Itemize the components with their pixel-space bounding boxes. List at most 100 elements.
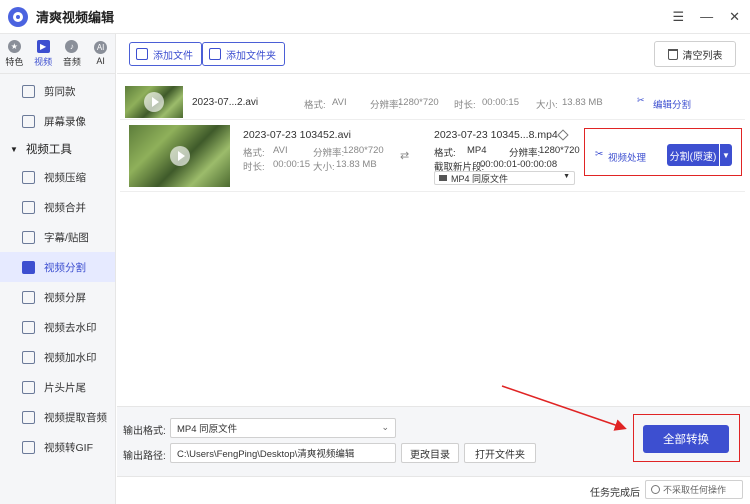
chevron-down-icon: ▼ xyxy=(563,173,570,180)
tab-ai[interactable]: AI AI xyxy=(86,34,115,73)
file-row[interactable]: 2023-07...2.avi 格式: AVI 分辨率: 1280*720 时长… xyxy=(120,84,745,120)
format-value: AVI xyxy=(273,145,288,156)
edit-split-link[interactable]: 编辑分割 xyxy=(653,97,691,111)
tab-label: 视频 xyxy=(34,56,53,67)
split-button[interactable]: 分割(原速) xyxy=(667,144,719,166)
menu-icon[interactable]: ☰ xyxy=(672,10,684,24)
subtitle-icon xyxy=(22,230,35,244)
app-logo-icon xyxy=(8,6,28,27)
split-icon xyxy=(22,260,35,274)
add-file-label: 添加文件 xyxy=(153,50,193,62)
tab-audio[interactable]: ♪ 音频 xyxy=(58,34,87,73)
output-format-value: MP4 同原文件 xyxy=(177,424,238,435)
convert-all-button[interactable]: 全部转换 xyxy=(643,425,729,453)
sidebar-item-add-watermark[interactable]: 视频加水印 xyxy=(0,342,115,372)
resolution-label: 分辨率: xyxy=(370,100,402,111)
tab-label: 音频 xyxy=(62,56,81,67)
output-format-select[interactable]: MP4 同原文件 ▼ xyxy=(434,171,575,185)
output-path-value: C:\Users\FengPing\Desktop\清爽视频编辑 xyxy=(177,449,355,460)
scissors-icon[interactable]: ✂ xyxy=(595,149,603,160)
caret-down-icon: ▼ xyxy=(10,144,18,154)
sidebar-item-label: 视频分割 xyxy=(44,261,86,274)
output-format-dropdown[interactable]: MP4 同原文件 ⌄ xyxy=(170,418,396,438)
sidebar-item-label: 片头片尾 xyxy=(44,381,86,394)
sidebar-item-screen-record[interactable]: 屏幕录像 xyxy=(0,106,115,136)
sidebar-item-template[interactable]: 剪同款 xyxy=(0,76,115,106)
duration-value: 00:00:15 xyxy=(273,159,310,170)
size-label: 大小: xyxy=(313,162,335,173)
extract-audio-icon xyxy=(22,410,35,424)
output-path-field[interactable]: C:\Users\FengPing\Desktop\清爽视频编辑 xyxy=(170,443,396,463)
add-folder-button[interactable]: 添加文件夹 xyxy=(202,42,285,66)
add-watermark-icon xyxy=(22,350,35,364)
sidebar-item-label: 视频压缩 xyxy=(44,171,86,184)
size-label: 大小: xyxy=(536,100,558,111)
tab-label: AI xyxy=(96,56,105,66)
sidebar: ★ 特色 ▶ 视频 ♪ 音频 AI AI 剪同款 屏幕录像 ▼ 视频工具 视频压… xyxy=(0,34,116,504)
video-process-link[interactable]: 视频处理 xyxy=(608,150,646,164)
sidebar-item-label: 视频转GIF xyxy=(44,441,93,454)
output-format-select-value: MP4 同原文件 xyxy=(451,173,509,184)
rename-pencil-icon[interactable] xyxy=(557,129,569,141)
video-camera-icon xyxy=(439,175,447,181)
play-icon[interactable] xyxy=(144,92,164,112)
template-icon xyxy=(22,84,35,98)
add-file-button[interactable]: 添加文件 xyxy=(129,42,202,66)
format-label: 格式: xyxy=(304,100,326,111)
format-value: AVI xyxy=(332,97,347,108)
file-name: 2023-07...2.avi xyxy=(192,97,259,108)
music-icon: ♪ xyxy=(65,39,79,53)
tab-video[interactable]: ▶ 视频 xyxy=(29,34,58,73)
duration-label: 时长: xyxy=(243,162,265,173)
sidebar-item-label: 视频提取音频 xyxy=(44,411,107,424)
duration-label: 时长: xyxy=(454,100,476,111)
size-value: 13.83 MB xyxy=(336,159,377,170)
split-dropdown-chevron-icon[interactable]: ▼ xyxy=(720,144,732,166)
tab-featured[interactable]: ★ 特色 xyxy=(0,34,29,73)
sidebar-item-label: 屏幕录像 xyxy=(44,115,86,128)
duration-value: 00:00:15 xyxy=(482,97,519,108)
sidebar-item-extract-audio[interactable]: 视频提取音频 xyxy=(0,402,115,432)
close-icon[interactable]: ✕ xyxy=(729,10,740,24)
minimize-icon[interactable]: — xyxy=(700,10,713,24)
edit-split-icon[interactable]: ✂ xyxy=(637,95,645,106)
sidebar-section-video-tools[interactable]: ▼ 视频工具 xyxy=(0,136,115,162)
screen-record-icon xyxy=(22,114,35,128)
video-thumbnail[interactable] xyxy=(129,125,230,187)
sidebar-item-intro-outro[interactable]: 片头片尾 xyxy=(0,372,115,402)
resolution-value: 1280*720 xyxy=(343,145,384,156)
sidebar-item-remove-watermark[interactable]: 视频去水印 xyxy=(0,312,115,342)
add-folder-label: 添加文件夹 xyxy=(226,50,276,62)
resolution-label: 分辨率: xyxy=(313,148,345,159)
after-done-label: 任务完成后 xyxy=(590,488,640,499)
sidebar-item-label: 剪同款 xyxy=(44,85,76,98)
status-bar: 任务完成后 不采取任何操作 xyxy=(117,476,750,504)
film-icon: ▶ xyxy=(36,39,50,53)
sidebar-item-label: 字幕/贴图 xyxy=(44,231,89,244)
after-done-dropdown[interactable]: 不采取任何操作 xyxy=(645,480,743,499)
splitscreen-icon xyxy=(22,290,35,304)
output-resolution-value: 1280*720 xyxy=(539,145,580,156)
sidebar-item-to-gif[interactable]: 视频转GIF xyxy=(0,432,115,462)
clear-list-label: 清空列表 xyxy=(682,50,723,62)
change-directory-button[interactable]: 更改目录 xyxy=(401,443,459,463)
remove-watermark-icon xyxy=(22,320,35,334)
sidebar-item-subtitle[interactable]: 字幕/贴图 xyxy=(0,222,115,252)
sidebar-item-split[interactable]: 视频分割 xyxy=(0,252,115,282)
compress-icon xyxy=(22,170,35,184)
video-thumbnail[interactable] xyxy=(125,86,183,118)
open-folder-button[interactable]: 打开文件夹 xyxy=(464,443,536,463)
output-resolution-label: 分辨率: xyxy=(509,148,541,159)
resolution-value: 1280*720 xyxy=(398,97,439,108)
file-name: 2023-07-23 103452.avi xyxy=(243,129,352,141)
add-folder-icon xyxy=(209,48,221,60)
sidebar-section-label: 视频工具 xyxy=(25,144,72,156)
sidebar-item-merge[interactable]: 视频合并 xyxy=(0,192,115,222)
sidebar-item-compress[interactable]: 视频压缩 xyxy=(0,162,115,192)
sidebar-item-label: 视频去水印 xyxy=(44,321,97,334)
app-title: 清爽视频编辑 xyxy=(36,10,115,25)
window-controls: ☰ — ✕ xyxy=(672,10,740,24)
play-icon[interactable] xyxy=(169,146,190,166)
sidebar-item-splitscreen[interactable]: 视频分屏 xyxy=(0,282,115,312)
clear-list-button[interactable]: 清空列表 xyxy=(654,41,736,67)
